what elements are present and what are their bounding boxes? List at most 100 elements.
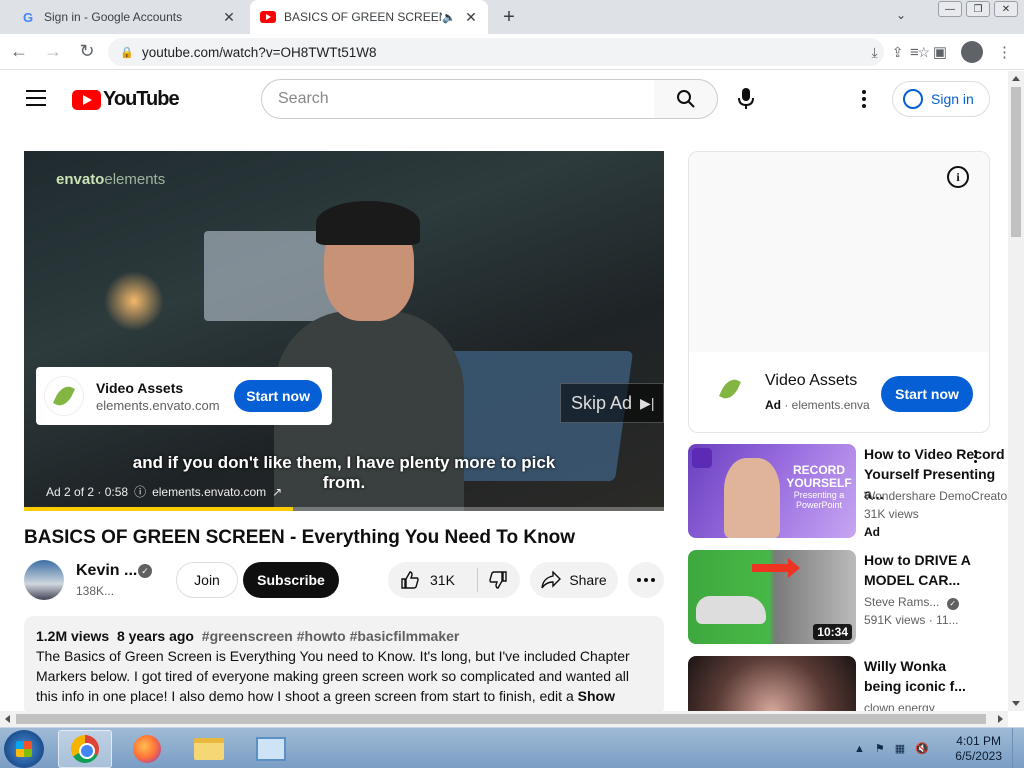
channel-name[interactable]: Kevin ... — [76, 562, 137, 580]
title-line-2: MODEL CAR... — [864, 572, 961, 588]
recommendation-title[interactable]: Willy Wonka being iconic f... — [864, 656, 1008, 696]
recommendation-item[interactable]: RECORD YOURSELF Presenting a PowerPoint … — [688, 444, 1008, 539]
hashtags[interactable]: #greenscreen #howto #basicfilmmaker — [202, 628, 460, 644]
restore-button[interactable]: ❐ — [966, 1, 990, 17]
recommendation-channel[interactable]: Wondershare DemoCreator — [864, 489, 1008, 503]
video-player[interactable]: envatoelements Video Assets elements.env… — [24, 151, 664, 511]
control-panel-icon — [256, 737, 286, 761]
start-button[interactable] — [4, 730, 44, 768]
scroll-thumb[interactable] — [16, 714, 986, 724]
tab-search-chevron-icon[interactable]: ⌄ — [896, 8, 906, 22]
vertical-scrollbar[interactable] — [1008, 71, 1024, 711]
scroll-right-icon[interactable] — [998, 715, 1003, 723]
sign-in-button[interactable]: Sign in — [892, 81, 990, 117]
voice-search-button[interactable] — [728, 81, 764, 117]
presenter-figure — [264, 191, 464, 511]
join-button[interactable]: Join — [176, 562, 238, 598]
recommendation-channel[interactable]: Steve Rams... ✓ — [864, 595, 1008, 610]
ad-domain-link[interactable]: elements.envato.com — [152, 485, 266, 499]
ad-info-icon[interactable]: i — [947, 166, 969, 188]
video-thumbnail[interactable]: RECORD YOURSELF Presenting a PowerPoint — [688, 444, 856, 538]
action-center-flag-icon[interactable]: ⚑ — [875, 742, 885, 755]
thumbs-down-icon — [489, 571, 507, 589]
dislike-button[interactable] — [478, 570, 518, 590]
youtube-logo[interactable]: YouTube — [72, 88, 180, 111]
search-icon — [676, 90, 695, 108]
item-menu-icon[interactable] — [974, 450, 978, 463]
firefox-icon — [133, 735, 161, 763]
recommendation-item[interactable]: 10:34 How to DRIVE A MODEL CAR... Steve … — [688, 550, 1008, 644]
close-window-button[interactable]: ✕ — [994, 1, 1018, 17]
search-input[interactable]: Search — [261, 79, 655, 119]
side-panel-icon[interactable]: ▣ — [933, 43, 947, 61]
horizontal-scrollbar[interactable] — [0, 711, 1008, 727]
volume-muted-icon[interactable]: 🔇 — [915, 742, 929, 755]
channel-row: Kevin ... ✓ 138K... Join Subscribe 31K S… — [24, 560, 664, 600]
description-box[interactable]: 1.2M views 8 years ago #greenscreen #how… — [24, 616, 664, 711]
recommendation-title[interactable]: How to DRIVE A MODEL CAR... — [864, 550, 1008, 590]
ad-info-bar: Ad 2 of 2 · 0:58 ⓘ elements.envato.com ↗ — [46, 483, 282, 500]
like-count: 31K — [430, 572, 455, 588]
tab-youtube[interactable]: BASICS OF GREEN SCREEN - 🔈 ✕ — [250, 0, 488, 34]
share-button[interactable]: Share — [530, 562, 618, 598]
player-ad-card[interactable]: Video Assets elements.envato.com Start n… — [36, 367, 332, 425]
menu-icon[interactable] — [26, 90, 46, 106]
show-hidden-icons-icon[interactable]: ▲ — [854, 743, 865, 755]
close-tab-icon[interactable]: ✕ — [220, 8, 238, 26]
recommendation-item[interactable]: Willy Wonka being iconic f... clown ener… — [688, 656, 1008, 711]
taskbar-firefox[interactable] — [120, 730, 174, 768]
scroll-down-icon[interactable] — [1012, 701, 1020, 706]
video-thumbnail[interactable]: 10:34 — [688, 550, 856, 644]
skip-ad-button[interactable]: Skip Ad ▶| — [560, 383, 664, 423]
close-tab-icon[interactable]: ✕ — [462, 8, 480, 26]
audio-playing-icon[interactable]: 🔈 — [442, 11, 456, 24]
video-thumbnail[interactable] — [688, 656, 856, 711]
url-text: youtube.com/watch?v=OH8TWTt51W8 — [142, 44, 377, 60]
sidebar-start-now-button[interactable]: Start now — [881, 376, 973, 412]
toolbar-right: ≡ ▣ ⋮ — [910, 38, 1012, 66]
new-tab-button[interactable]: + — [498, 6, 520, 28]
profile-avatar-icon[interactable] — [961, 41, 983, 63]
subscriber-count: 138K... — [76, 584, 115, 598]
scroll-thumb[interactable] — [1011, 87, 1021, 237]
scroll-up-icon[interactable] — [1012, 76, 1020, 81]
scroll-left-icon[interactable] — [5, 715, 10, 723]
thumbnail-headline: RECORD YOURSELF — [786, 463, 852, 490]
recommendation-channel[interactable]: clown energy — [864, 701, 1008, 711]
channel-avatar[interactable] — [24, 560, 64, 600]
show-desktop-button[interactable] — [1012, 728, 1024, 768]
start-now-button[interactable]: Start now — [234, 380, 322, 412]
reload-icon[interactable]: ↻ — [72, 37, 102, 67]
ad-progress-bar[interactable] — [24, 507, 664, 511]
sidebar-ad[interactable]: i Video Assets Ad · elements.enva Start … — [688, 151, 990, 433]
google-g-icon: G — [22, 9, 34, 25]
like-dislike-group: 31K — [388, 562, 520, 598]
tab-google-signin[interactable]: G Sign in - Google Accounts ✕ — [8, 0, 246, 34]
chrome-menu-icon[interactable]: ⋮ — [997, 43, 1012, 61]
search-button[interactable] — [654, 79, 718, 119]
subscribe-button[interactable]: Subscribe — [243, 562, 339, 598]
like-button[interactable]: 31K — [388, 568, 478, 592]
share-page-icon[interactable]: ⇪ — [892, 44, 904, 61]
network-icon[interactable]: ▦ — [895, 742, 905, 755]
tab-title: Sign in - Google Accounts — [44, 10, 183, 24]
install-icon[interactable]: ⤓ — [872, 44, 878, 61]
more-actions-icon[interactable] — [628, 562, 664, 598]
address-bar[interactable]: 🔒 youtube.com/watch?v=OH8TWTt51W8 — [108, 38, 884, 66]
forward-arrow-icon[interactable]: → — [38, 37, 68, 67]
settings-menu-icon[interactable] — [854, 87, 874, 111]
ad-banner — [689, 152, 989, 352]
car-graphic — [696, 596, 766, 624]
info-icon[interactable]: ⓘ — [134, 483, 146, 500]
taskbar-control-panel[interactable] — [244, 730, 298, 768]
sign-in-label: Sign in — [931, 91, 974, 107]
taskbar-chrome[interactable] — [58, 730, 112, 768]
system-clock[interactable]: 4:01 PM 6/5/2023 — [955, 734, 1002, 764]
clock-time: 4:01 PM — [956, 734, 1001, 748]
title-line-1: How to DRIVE A — [864, 552, 971, 568]
media-control-icon[interactable]: ≡ — [910, 44, 919, 61]
lock-icon: 🔒 — [120, 46, 134, 59]
taskbar-explorer[interactable] — [182, 730, 236, 768]
back-arrow-icon[interactable]: ← — [4, 37, 34, 67]
minimize-button[interactable]: — — [938, 1, 962, 17]
